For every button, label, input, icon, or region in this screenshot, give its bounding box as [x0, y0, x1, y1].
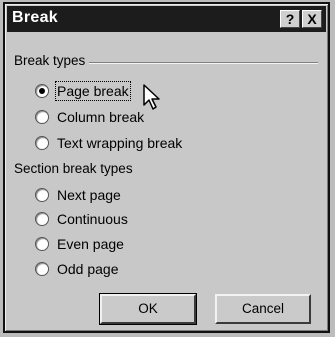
close-button[interactable]: X: [302, 10, 322, 28]
radio-page-break[interactable]: Page break: [35, 81, 131, 101]
dialog-title: Break: [12, 9, 58, 26]
help-button[interactable]: ?: [280, 10, 300, 28]
radio-continuous[interactable]: Continuous: [35, 211, 128, 227]
break-dialog: Break ? X Break types Page break Column …: [3, 2, 330, 333]
radio-label: Odd page: [57, 261, 119, 277]
radio-label: Column break: [57, 109, 145, 125]
radio-column-break[interactable]: Column break: [35, 109, 144, 125]
mouse-pointer-icon: [143, 84, 160, 110]
radio-even-page[interactable]: Even page: [35, 236, 124, 252]
radio-label: Text wrapping break: [57, 135, 183, 151]
radio-label: Next page: [57, 187, 121, 203]
radio-text-wrapping-break[interactable]: Text wrapping break: [35, 135, 182, 151]
cancel-button[interactable]: Cancel: [215, 294, 311, 324]
radio-button-icon[interactable]: [35, 212, 49, 226]
radio-label: Page break: [55, 81, 131, 101]
break-types-heading: Break types: [14, 53, 90, 68]
radio-button-icon[interactable]: [35, 188, 49, 202]
radio-label: Even page: [57, 236, 124, 252]
radio-odd-page[interactable]: Odd page: [35, 261, 119, 277]
ok-button[interactable]: OK: [99, 293, 197, 325]
radio-label: Continuous: [57, 211, 128, 227]
radio-button-icon[interactable]: [35, 110, 49, 124]
radio-button-icon[interactable]: [35, 136, 49, 150]
section-break-types-heading: Section break types: [14, 161, 137, 176]
title-bar[interactable]: Break ? X: [7, 6, 326, 32]
radio-next-page[interactable]: Next page: [35, 187, 121, 203]
radio-button-icon[interactable]: [35, 262, 49, 276]
radio-button-icon[interactable]: [35, 237, 49, 251]
radio-button-icon[interactable]: [35, 84, 49, 98]
